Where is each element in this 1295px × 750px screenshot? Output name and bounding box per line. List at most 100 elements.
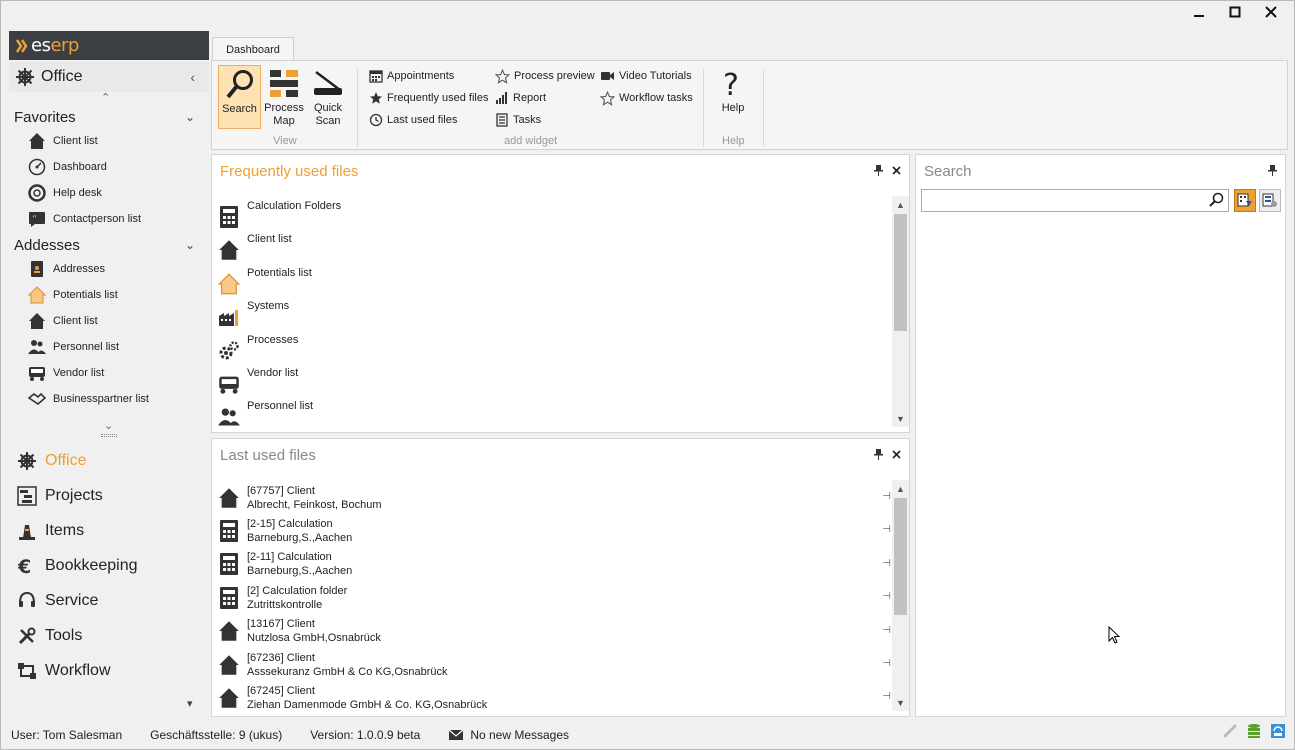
nav-scroll-down-icon[interactable]: ⌄	[104, 419, 113, 432]
splitter-grip[interactable]	[101, 434, 117, 437]
items-icon	[15, 519, 39, 543]
pin-item-icon[interactable]: ⊣	[882, 524, 891, 535]
lifebuoy-icon	[27, 183, 47, 203]
module-tools[interactable]: Tools	[9, 618, 209, 653]
search-options-button[interactable]	[1259, 189, 1281, 212]
sidebar-item-client-list[interactable]: Client list	[9, 128, 209, 154]
list-item-label: Systems	[247, 300, 290, 313]
list-item[interactable]: Vendor list	[217, 364, 341, 397]
svg-text:“: “	[32, 214, 37, 225]
module-items[interactable]: Items	[9, 513, 209, 548]
modules-menu-chevron-icon[interactable]: ▾	[187, 697, 193, 710]
minimize-button[interactable]	[1190, 3, 1208, 21]
workflow-icon	[15, 659, 39, 683]
status-icons	[1222, 723, 1286, 742]
truck-icon	[27, 363, 47, 383]
vertical-scrollbar[interactable]: ▲ ▼	[892, 196, 909, 427]
pin-item-icon[interactable]: ⊣	[882, 491, 891, 502]
chevron-down-icon[interactable]: ⌄	[185, 238, 195, 252]
close-icon[interactable]	[891, 164, 901, 176]
pin-item-icon[interactable]: ⊣	[882, 658, 891, 669]
quick-scan-label-1: Quick	[313, 102, 343, 114]
pin-item-icon[interactable]: ⊣	[882, 558, 891, 569]
sidebar-item-addresses[interactable]: Addresses	[9, 256, 209, 282]
tab-dashboard[interactable]: Dashboard	[212, 37, 294, 61]
list-item[interactable]: [13167] Client Nutzlosa GmbH,Osnabrück ⊣	[217, 615, 897, 648]
logo-diamond-icon	[15, 38, 28, 53]
vertical-scrollbar[interactable]: ▲ ▼	[892, 480, 909, 711]
list-item[interactable]: [2-11] Calculation Barneburg,S.,Aachen ⊣	[217, 548, 897, 581]
sidebar-item-contactperson-list[interactable]: “ Contactperson list	[9, 206, 209, 232]
appointments-label: Appointments	[387, 70, 455, 82]
pin-item-icon[interactable]: ⊣	[882, 625, 891, 636]
close-icon[interactable]	[891, 448, 901, 460]
sidebar-item-businesspartner-list[interactable]: Businesspartner list	[9, 386, 209, 412]
video-tutorials-widget-button[interactable]: Video Tutorials	[600, 67, 692, 85]
list-item-subtitle: Zutrittskontrolle	[247, 598, 323, 611]
pin-icon[interactable]	[873, 164, 883, 176]
sidebar-section-header[interactable]: Office ‹	[9, 62, 209, 92]
scroll-up-arrow-icon[interactable]: ▲	[892, 196, 909, 213]
help-button-label: Help	[721, 102, 745, 114]
nav-scroll-up-icon[interactable]: ⌃	[101, 91, 110, 104]
module-workflow[interactable]: Workflow	[9, 653, 209, 688]
sidebar-item-personnel-list[interactable]: Personnel list	[9, 334, 209, 360]
list-item[interactable]: [2-15] Calculation Barneburg,S.,Aachen ⊣	[217, 514, 897, 547]
list-item[interactable]: [67245] Client Ziehan Damenmode GmbH & Co…	[217, 681, 897, 714]
help-button[interactable]: ? Help	[712, 65, 754, 129]
sidebar-item-dashboard[interactable]: Dashboard	[9, 154, 209, 180]
list-item[interactable]: Potentials list	[217, 264, 341, 297]
sidebar-item-potentials-list[interactable]: Potentials list	[9, 282, 209, 308]
search-input[interactable]	[922, 190, 1202, 211]
sidebar-item-vendor-list[interactable]: Vendor list	[9, 360, 209, 386]
appointments-widget-button[interactable]: Appointments	[369, 67, 454, 85]
scroll-down-arrow-icon[interactable]: ▼	[892, 694, 909, 711]
search-icon[interactable]	[1208, 192, 1224, 211]
list-item[interactable]: Processes	[217, 331, 341, 364]
scroll-up-arrow-icon[interactable]: ▲	[892, 480, 909, 497]
list-item[interactable]: [67757] Client Albrecht, Feinkost, Bochum…	[217, 481, 897, 514]
chevron-down-icon[interactable]: ⌄	[185, 110, 195, 124]
frequently-used-files-widget-button[interactable]: Frequently used files	[369, 89, 489, 107]
module-projects[interactable]: Projects	[9, 478, 209, 513]
addresses-header[interactable]: Addesses ⌄	[9, 234, 209, 256]
workflow-tasks-widget-button[interactable]: Workflow tasks	[600, 89, 693, 107]
close-button[interactable]	[1262, 3, 1280, 21]
sidebar-item-client-list-2[interactable]: Client list	[9, 308, 209, 334]
star-outline-icon	[600, 90, 615, 106]
pin-item-icon[interactable]: ⊣	[882, 691, 891, 702]
tasks-widget-button[interactable]: Tasks	[495, 111, 541, 129]
process-preview-widget-button[interactable]: Process preview	[495, 67, 595, 85]
module-office[interactable]: Office	[9, 443, 209, 478]
scrollbar-thumb[interactable]	[894, 498, 907, 615]
quick-scan-button[interactable]: Quick Scan	[308, 65, 348, 129]
database-icon[interactable]	[1246, 723, 1262, 742]
sync-icon[interactable]	[1270, 723, 1286, 742]
scroll-down-arrow-icon[interactable]: ▼	[892, 410, 909, 427]
status-messages[interactable]: No new Messages	[448, 728, 597, 742]
pin-item-icon[interactable]: ⊣	[882, 591, 891, 602]
process-map-button[interactable]: Process Map	[263, 65, 305, 129]
module-bookkeeping[interactable]: € Bookkeeping	[9, 548, 209, 583]
list-item[interactable]: Systems	[217, 297, 341, 330]
list-item[interactable]: Personnel list	[217, 397, 341, 430]
list-item[interactable]: Calculation Folders	[217, 197, 341, 230]
phone-icon[interactable]	[1222, 723, 1238, 742]
last-used-files-widget-button[interactable]: Last used files	[369, 111, 457, 129]
favorites-header[interactable]: Favorites ⌄	[9, 106, 209, 128]
maximize-button[interactable]	[1226, 3, 1244, 21]
collapse-sidebar-icon[interactable]: ‹	[190, 69, 195, 85]
report-widget-button[interactable]: Report	[495, 89, 546, 107]
gauge-icon	[27, 157, 47, 177]
sidebar-item-help-desk[interactable]: Help desk	[9, 180, 209, 206]
list-item[interactable]: [2] Calculation folder Zutrittskontrolle …	[217, 581, 897, 614]
search-filter-button[interactable]	[1234, 189, 1256, 212]
list-item[interactable]: Client list	[217, 230, 341, 263]
module-service[interactable]: Service	[9, 583, 209, 618]
pin-icon[interactable]	[1267, 164, 1277, 176]
scrollbar-thumb[interactable]	[894, 214, 907, 331]
pin-icon[interactable]	[873, 448, 883, 460]
list-item[interactable]: [67236] Client Asssekuranz GmbH & Co KG,O…	[217, 648, 897, 681]
search-button[interactable]: Search	[218, 65, 261, 129]
module-label: Service	[45, 591, 99, 609]
